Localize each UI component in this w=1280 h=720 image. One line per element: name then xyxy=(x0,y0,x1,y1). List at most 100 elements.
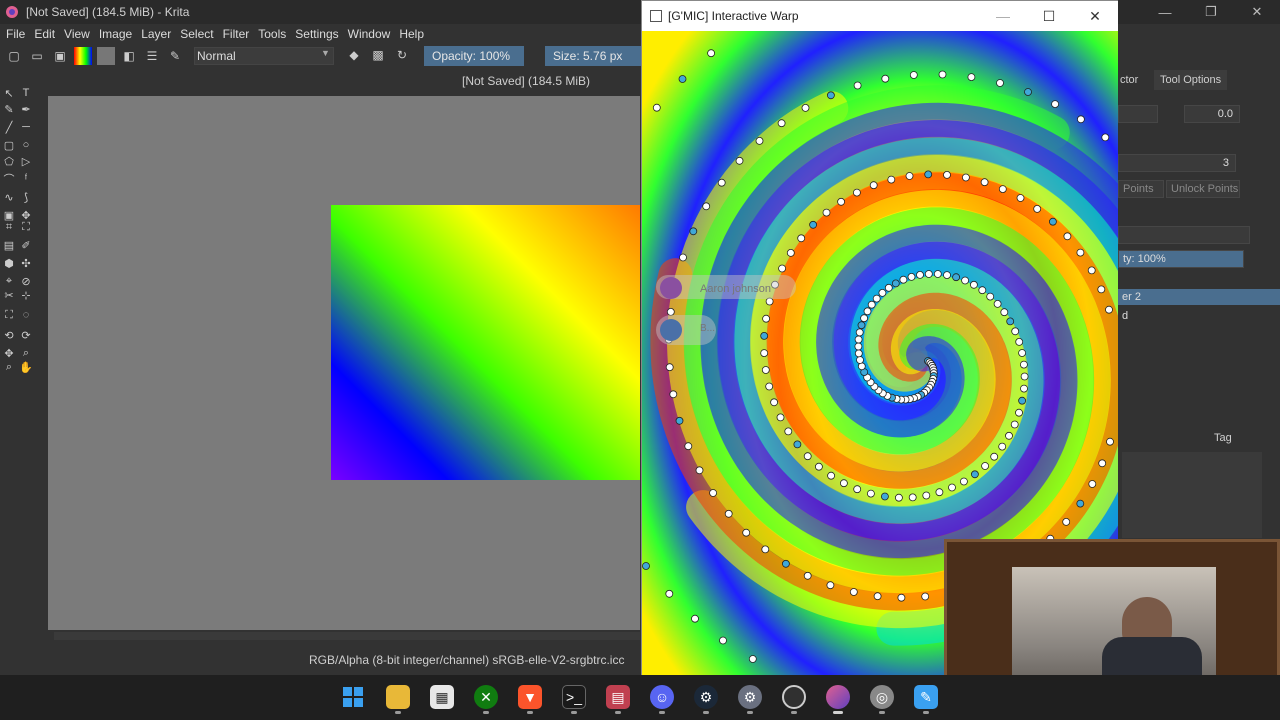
warp-control-point[interactable] xyxy=(855,328,864,337)
tool-icon[interactable]: ▤ xyxy=(2,238,16,252)
menu-filter[interactable]: Filter xyxy=(223,27,250,41)
warp-control-point[interactable] xyxy=(786,248,795,257)
warp-control-point[interactable] xyxy=(1097,285,1106,294)
warp-control-point[interactable] xyxy=(760,349,769,358)
tool-icon[interactable]: ✐ xyxy=(19,238,33,252)
warp-control-point[interactable] xyxy=(707,49,715,58)
warp-control-point[interactable] xyxy=(1033,204,1042,213)
warp-control-point[interactable] xyxy=(894,493,903,502)
warp-control-point[interactable] xyxy=(742,528,751,537)
warp-control-point[interactable] xyxy=(1010,420,1019,429)
warp-control-point[interactable] xyxy=(853,81,862,90)
brush-presets-grid[interactable] xyxy=(1122,452,1262,538)
menu-layer[interactable]: Layer xyxy=(141,27,171,41)
warp-control-point[interactable] xyxy=(1015,408,1023,417)
tool-icon[interactable]: ⬠ xyxy=(2,154,16,168)
warp-control-point[interactable] xyxy=(1106,437,1114,446)
color-swap-icon[interactable]: ◧ xyxy=(120,47,138,65)
warp-control-point[interactable] xyxy=(748,655,757,663)
warp-control-point[interactable] xyxy=(709,489,717,497)
tool-icon[interactable]: ╱ xyxy=(2,120,16,134)
warp-control-point[interactable] xyxy=(781,559,790,568)
warp-control-point[interactable] xyxy=(1006,317,1015,326)
warp-control-point[interactable] xyxy=(981,462,990,470)
pattern-icon[interactable] xyxy=(97,47,115,65)
gmic-maximize-button[interactable]: ☐ xyxy=(1026,1,1072,31)
app2-icon[interactable]: ◎ xyxy=(870,685,894,709)
tab-tool-options[interactable]: Tool Options xyxy=(1154,70,1228,90)
warp-control-point[interactable] xyxy=(852,188,861,197)
warp-control-point[interactable] xyxy=(801,104,810,112)
gradient-icon[interactable] xyxy=(74,47,92,65)
tool-icon[interactable]: ✣ xyxy=(19,256,33,270)
warp-control-point[interactable] xyxy=(1016,194,1025,202)
warp-control-point[interactable] xyxy=(776,413,785,422)
tool-icon[interactable]: ⊘ xyxy=(19,274,33,288)
gmic-close-button[interactable]: ✕ xyxy=(1072,1,1118,31)
warp-control-point[interactable] xyxy=(684,442,693,451)
obs-icon[interactable] xyxy=(782,685,806,709)
xbox-icon[interactable]: ✕ xyxy=(474,685,498,709)
size-slider[interactable]: Size: 5.76 px xyxy=(545,46,641,66)
alpha-lock-icon[interactable]: ▩ xyxy=(369,46,387,64)
warp-control-point[interactable] xyxy=(998,185,1007,194)
warp-control-point[interactable] xyxy=(873,592,882,601)
tool-icon[interactable]: ∿ xyxy=(2,190,16,204)
warp-control-point[interactable] xyxy=(1000,308,1009,317)
warp-control-point[interactable] xyxy=(933,270,942,278)
warp-control-point[interactable] xyxy=(1076,499,1085,508)
warp-control-point[interactable] xyxy=(1087,266,1096,275)
store-icon[interactable]: ▦ xyxy=(430,685,454,709)
warp-control-point[interactable] xyxy=(905,172,914,180)
tool-icon[interactable]: ✎ xyxy=(2,102,16,116)
tool-icon[interactable]: ▷ xyxy=(19,154,33,168)
warp-control-point[interactable] xyxy=(872,294,881,303)
warp-control-point[interactable] xyxy=(980,178,989,187)
warp-control-point[interactable] xyxy=(1020,384,1028,393)
warp-control-point[interactable] xyxy=(880,492,889,501)
warp-control-point[interactable] xyxy=(884,283,893,292)
warp-control-point[interactable] xyxy=(695,466,704,475)
warp-control-point[interactable] xyxy=(909,71,918,79)
warp-control-point[interactable] xyxy=(990,452,999,461)
terminal-icon[interactable]: >_ xyxy=(562,685,586,709)
tool-icon[interactable]: ⬢ xyxy=(2,256,16,270)
dropdown-field[interactable] xyxy=(1118,105,1158,123)
warp-control-point[interactable] xyxy=(803,571,812,580)
warp-control-point[interactable] xyxy=(869,181,878,190)
warp-control-point[interactable] xyxy=(793,440,802,449)
warp-control-point[interactable] xyxy=(1105,305,1113,314)
warp-control-point[interactable] xyxy=(922,491,931,500)
tag-label[interactable]: Tag xyxy=(1214,432,1232,444)
menu-window[interactable]: Window xyxy=(348,27,391,41)
warp-control-point[interactable] xyxy=(679,253,687,262)
menu-image[interactable]: Image xyxy=(99,27,132,41)
warp-control-point[interactable] xyxy=(948,483,956,492)
file-explorer-icon[interactable] xyxy=(386,685,410,709)
warp-control-point[interactable] xyxy=(853,485,862,494)
warp-control-point[interactable] xyxy=(878,288,887,297)
warp-control-point[interactable] xyxy=(765,297,774,306)
warp-control-point[interactable] xyxy=(998,442,1007,451)
warp-control-point[interactable] xyxy=(652,103,661,112)
warp-control-point[interactable] xyxy=(1015,337,1024,346)
warp-control-point[interactable] xyxy=(924,170,933,179)
warp-control-point[interactable] xyxy=(770,398,779,407)
warp-control-point[interactable] xyxy=(969,280,978,289)
tool-icon[interactable]: ᶠ xyxy=(19,172,33,186)
warp-control-point[interactable] xyxy=(978,286,987,295)
new-document-icon[interactable]: ▢ xyxy=(5,47,23,65)
tool-icon[interactable]: ⛶ xyxy=(19,220,33,234)
warp-control-point[interactable] xyxy=(1018,396,1027,405)
warp-control-point[interactable] xyxy=(1005,431,1013,440)
warp-control-point[interactable] xyxy=(1076,115,1085,124)
warp-control-point[interactable] xyxy=(827,471,836,480)
layer-blend-select[interactable] xyxy=(1118,226,1250,244)
eraser-icon[interactable]: ◆ xyxy=(345,46,363,64)
warp-control-point[interactable] xyxy=(1051,100,1060,108)
unlock-points-button[interactable]: Unlock Points xyxy=(1166,180,1240,198)
warp-control-point[interactable] xyxy=(760,331,769,340)
app-icon[interactable]: ▤ xyxy=(606,685,630,709)
tool-icon[interactable]: ⌕ xyxy=(19,346,33,360)
warp-control-point[interactable] xyxy=(839,479,848,488)
